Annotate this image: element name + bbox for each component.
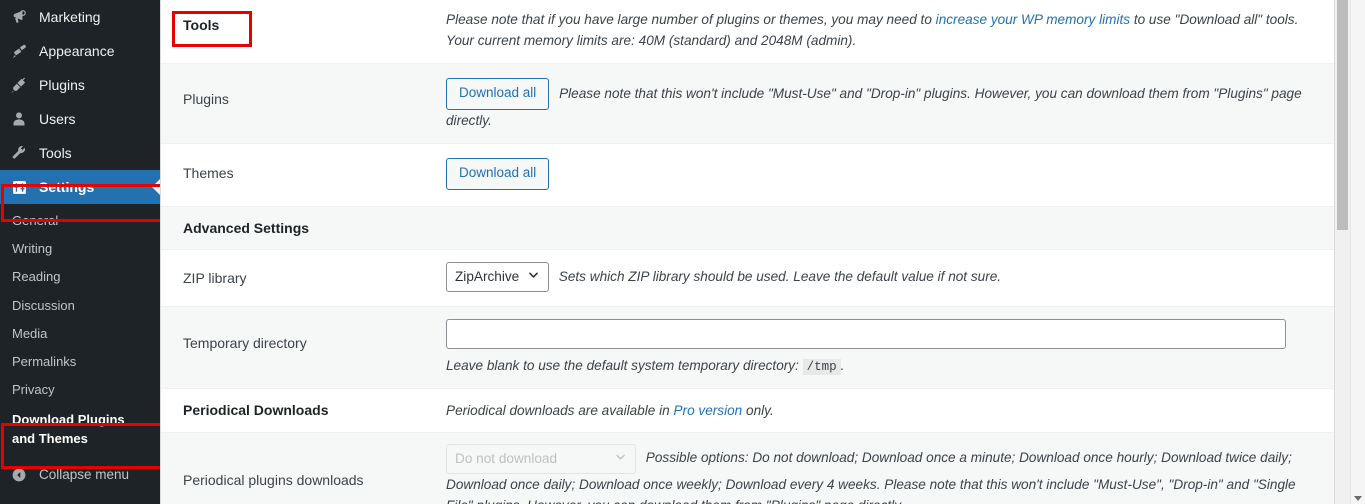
sidebar-item-appearance[interactable]: Appearance: [0, 34, 160, 68]
chevron-left-circle-icon: [8, 467, 30, 483]
sidebar-item-discussion[interactable]: Discussion: [0, 292, 160, 320]
sidebar-item-label: Marketing: [39, 9, 101, 25]
sidebar-item-label: Users: [39, 111, 76, 127]
user-icon: [8, 109, 30, 129]
row-label-tools: Tools: [183, 17, 220, 33]
scroll-down-arrow-icon[interactable]: [1354, 496, 1362, 501]
row-value-temporary-directory: Leave blank to use the default system te…: [446, 307, 1334, 387]
sidebar-item-settings[interactable]: Settings: [0, 170, 160, 204]
table-row-themes: Themes Download all: [161, 144, 1334, 207]
tools-desc-part1: Please note that if you have large numbe…: [446, 12, 936, 27]
sidebar-item-label: Tools: [39, 145, 72, 161]
row-label-zip-library: ZIP library: [183, 270, 247, 287]
section-heading-advanced-settings: Advanced Settings: [183, 219, 310, 236]
table-row-temporary-directory: Temporary directory Leave blank to use t…: [161, 307, 1334, 389]
tmpdir-desc-part2: .: [840, 358, 845, 374]
plug-icon: [8, 75, 30, 95]
sidebar-item-label: Appearance: [39, 43, 115, 59]
table-row-periodical-downloads: Periodical Downloads Periodical download…: [161, 388, 1334, 433]
download-all-plugins-button[interactable]: Download all: [446, 78, 550, 111]
row-value-zip-library: ZipArchive Sets which ZIP library should…: [446, 250, 1334, 304]
pd-desc-part2: only.: [742, 402, 774, 418]
sidebar-item-download-plugins-and-themes[interactable]: Download Plugins and Themes: [0, 404, 160, 454]
admin-sidebar: Marketing Appearance Plugins Users Tools…: [0, 0, 160, 504]
table-row-advanced-settings: Advanced Settings: [161, 206, 1334, 251]
row-value-plugins: Download all Please note that this won't…: [446, 64, 1334, 143]
collapse-menu-label: Collapse menu: [39, 467, 130, 483]
tmp-path-code: /tmp: [802, 359, 841, 376]
row-label-temporary-directory: Temporary directory: [183, 335, 307, 352]
tmpdir-desc-part1: Leave blank to use the default system te…: [446, 358, 803, 374]
tools-description: Please note that if you have large numbe…: [446, 12, 1298, 48]
download-all-themes-button[interactable]: Download all: [446, 158, 550, 190]
pro-version-link[interactable]: Pro version: [673, 403, 742, 418]
sidebar-item-general[interactable]: General: [0, 207, 160, 235]
content-scrollbar-thumb[interactable]: [1337, 0, 1348, 230]
row-label-plugins: Plugins: [183, 91, 229, 108]
periodical-plugins-select-wrapper[interactable]: Do not download: [446, 443, 636, 474]
row-value-periodical-downloads: Periodical downloads are available in Pr…: [446, 389, 1334, 432]
periodical-plugins-downloads-select[interactable]: Do not download: [446, 443, 636, 474]
zip-library-select[interactable]: ZipArchive: [446, 262, 549, 293]
table-row-plugins: Plugins Download all Please note that th…: [161, 64, 1334, 145]
paintbrush-icon: [8, 41, 30, 61]
zip-library-description: Sets which ZIP library should be used. L…: [558, 268, 1002, 284]
settings-form-table: Tools Please note that if you have large…: [160, 0, 1335, 504]
settings-submenu: General Writing Reading Discussion Media…: [0, 204, 160, 458]
row-value-periodical-plugins-downloads: Do not download Possible options: Do not…: [446, 433, 1334, 504]
sidebar-item-writing[interactable]: Writing: [0, 235, 160, 263]
temporary-directory-input[interactable]: [446, 319, 1286, 350]
row-label-periodical-plugins-downloads: Periodical plugins downloads: [183, 471, 364, 488]
sidebar-item-privacy[interactable]: Privacy: [0, 376, 160, 404]
sidebar-item-label: Settings: [39, 179, 95, 195]
megaphone-icon: [8, 7, 30, 27]
table-row-zip-library: ZIP library ZipArchive Sets which ZIP li…: [161, 250, 1334, 308]
table-row-tools: Tools Please note that if you have large…: [161, 0, 1334, 65]
sidebar-item-media[interactable]: Media: [0, 320, 160, 348]
sliders-icon: [8, 177, 30, 197]
sidebar-item-users[interactable]: Users: [0, 102, 160, 136]
wrench-icon: [8, 143, 30, 163]
sidebar-item-permalinks[interactable]: Permalinks: [0, 348, 160, 376]
periodical-downloads-description: Periodical downloads are available in Pr…: [446, 403, 774, 418]
page-scrollbar[interactable]: [1350, 0, 1365, 504]
temporary-directory-description: Leave blank to use the default system te…: [446, 355, 1319, 377]
row-value-advanced-settings: [446, 207, 1334, 231]
sidebar-item-marketing[interactable]: Marketing: [0, 0, 160, 34]
sidebar-item-tools[interactable]: Tools: [0, 136, 160, 170]
row-value-themes: Download all: [446, 144, 1334, 206]
sidebar-item-reading[interactable]: Reading: [0, 263, 160, 291]
table-row-periodical-plugins-downloads: Periodical plugins downloads Do not down…: [161, 432, 1334, 504]
row-label-themes: Themes: [183, 165, 234, 182]
wordpress-admin-screen: Marketing Appearance Plugins Users Tools…: [0, 0, 1365, 504]
collapse-menu-button[interactable]: Collapse menu: [0, 458, 160, 492]
section-heading-periodical-downloads: Periodical Downloads: [183, 401, 329, 418]
main-content: Tools Please note that if you have large…: [160, 0, 1365, 504]
plugins-description: Please note that this won't include "Mus…: [446, 85, 1302, 129]
pd-desc-part1: Periodical downloads are available in: [446, 402, 674, 418]
row-value-tools: Please note that if you have large numbe…: [446, 0, 1334, 63]
sidebar-item-label: Plugins: [39, 77, 85, 93]
sidebar-item-plugins[interactable]: Plugins: [0, 68, 160, 102]
increase-wp-memory-limits-link[interactable]: increase your WP memory limits: [936, 12, 1130, 27]
content-scrollbar[interactable]: [1335, 0, 1350, 504]
zip-library-select-wrapper[interactable]: ZipArchive: [446, 262, 549, 293]
